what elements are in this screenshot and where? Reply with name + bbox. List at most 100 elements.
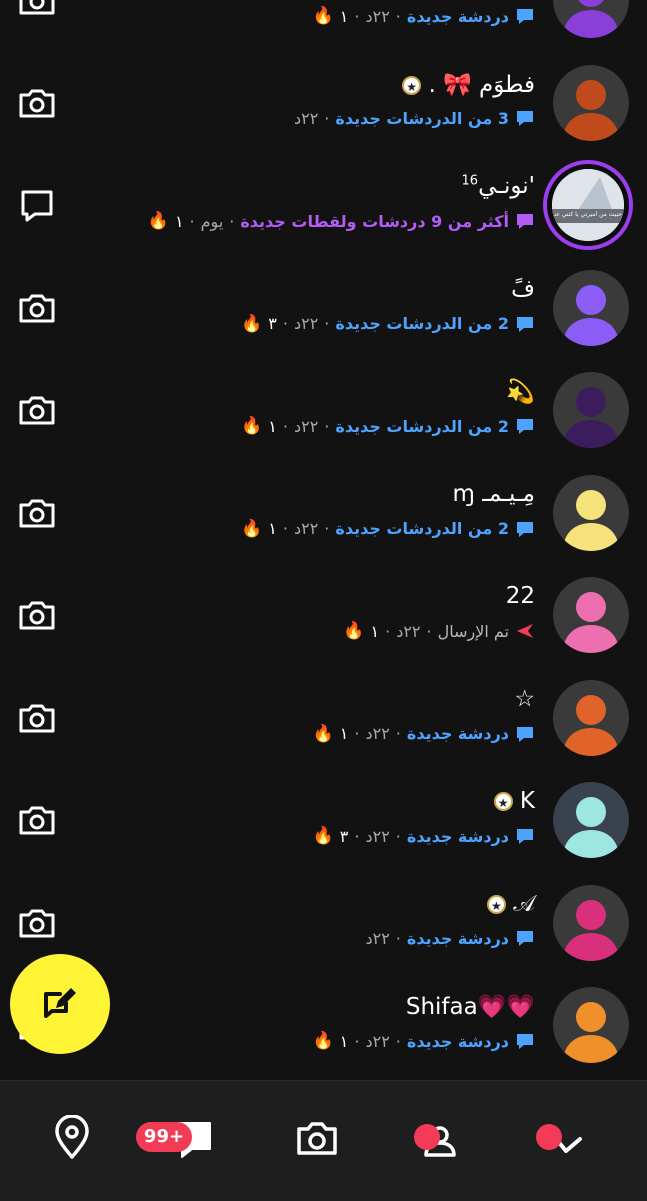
unread-badge: 99+	[136, 1122, 192, 1152]
chat-row[interactable]: فطوَم 🎀 . ★ 3 من الدردشات جديدة · ٢٢د	[0, 52, 647, 154]
spotlight-notification-dot	[536, 1124, 562, 1150]
separator: ·	[324, 314, 330, 333]
separator: ·	[354, 826, 360, 846]
camera-reply-button[interactable]	[18, 0, 56, 19]
chat-time: ٢٢د	[365, 1031, 390, 1051]
star-friend-badge-icon: ★	[486, 894, 506, 914]
chat-name: فطوَم 🎀 . ★	[402, 71, 535, 98]
person-silhouette-icon	[563, 797, 619, 858]
chat-status-label: دردشة جديدة	[406, 928, 509, 948]
map-tab[interactable]	[50, 1115, 96, 1161]
chat-name-text: 22	[505, 583, 535, 609]
avatar[interactable]	[553, 884, 629, 961]
chat-status-icon	[517, 1034, 533, 1049]
person-silhouette-icon	[563, 592, 619, 653]
chat-status-icon	[517, 214, 533, 229]
camera-reply-button[interactable]	[18, 391, 56, 429]
streak-fire-icon: 🔥	[241, 313, 263, 334]
story-avatar[interactable]: حبيت من أميرتي يا كنتي عندكم	[543, 160, 633, 250]
stories-notification-dot	[414, 1124, 440, 1150]
streak-fire-icon: 🔥	[241, 518, 263, 539]
chat-status-label: دردشة جديدة	[406, 1031, 509, 1051]
camera-reply-button[interactable]	[18, 289, 56, 327]
camera-reply-button[interactable]	[18, 494, 56, 532]
avatar[interactable]	[553, 987, 629, 1063]
chat-subtitle: دردشة جديدة · ٢٢د · ١ 🔥	[313, 6, 535, 26]
chat-name: 💫	[506, 378, 535, 405]
camera-icon	[19, 601, 55, 630]
chat-time: ٢٢د	[293, 519, 319, 538]
streak-count: ١	[339, 724, 349, 743]
chat-status-icon	[517, 521, 533, 537]
streak-fire-icon: 🔥	[312, 723, 334, 744]
chat-status-icon	[517, 316, 533, 332]
camera-icon	[19, 704, 55, 732]
avatar[interactable]	[553, 269, 629, 346]
person-silhouette-icon	[563, 899, 619, 961]
camera-reply-button[interactable]	[18, 904, 56, 942]
chat-status-label: 2 من الدردشات جديدة	[335, 416, 509, 436]
camera-reply-button[interactable]	[18, 801, 56, 839]
separator: ·	[282, 416, 288, 436]
separator: ·	[385, 621, 391, 641]
avatar[interactable]	[553, 474, 629, 551]
chat-row[interactable]: مِـيـمـ ɱ 2 من الدردشات جديدة · ٢٢د · ١ 🔥	[0, 462, 647, 564]
separator: ·	[395, 826, 401, 846]
chat-time: ٢٢د	[365, 6, 390, 26]
separator: ·	[395, 724, 401, 743]
chat-subtitle: دردشة جديدة · ٢٢د · ١ 🔥	[313, 724, 535, 744]
person-silhouette-icon	[563, 284, 619, 346]
chat-subtitle: 3 من الدردشات جديدة · ٢٢د	[294, 109, 535, 128]
chat-name: K ★	[493, 788, 535, 814]
chat-row[interactable]: 𝒜 ★ دردشة جديدة · ٢٢د	[0, 872, 647, 974]
separator: ·	[395, 6, 401, 26]
avatar[interactable]	[553, 372, 629, 448]
chat-status-label: 2 من الدردشات جديدة	[335, 519, 509, 538]
camera-reply-button[interactable]	[18, 699, 56, 737]
streak-fire-icon: 🔥	[343, 621, 365, 641]
chat-name: 💗💗Shifaa	[406, 993, 535, 1020]
chat-status-icon	[517, 9, 533, 24]
chat-name-text: فطوَم 🎀 .	[428, 71, 535, 98]
streak-count: ٣	[339, 826, 349, 846]
avatar[interactable]	[553, 782, 629, 858]
streak-fire-icon: 🔥	[147, 211, 169, 231]
chat-name-text: فً	[511, 275, 535, 302]
streak-count: ١	[268, 416, 277, 436]
streak-fire-icon: 🔥	[312, 1031, 334, 1051]
new-chat-button[interactable]	[10, 954, 110, 1054]
avatar[interactable]	[553, 577, 629, 653]
camera-icon	[19, 806, 55, 835]
chat-row[interactable]: فً 2 من الدردشات جديدة · ٢٢د · ٣ 🔥	[0, 257, 647, 359]
camera-icon	[297, 1122, 337, 1155]
chat-time: ٢٢د	[365, 928, 390, 948]
separator: ·	[324, 108, 330, 128]
avatar[interactable]	[553, 64, 629, 141]
streak-count: ١	[174, 211, 184, 231]
chat-row[interactable]: حبيت من أميرتي يا كنتي عندكم 'نونـي16 أك…	[0, 154, 647, 256]
chat-status-icon	[517, 726, 533, 742]
chat-row[interactable]: 22 تم الإرسال · ٢٢د · ١ 🔥	[0, 564, 647, 666]
streak-count: ١	[339, 1031, 349, 1051]
chat-row[interactable]: دردشة جديدة · ٢٢د · ١ 🔥	[0, 0, 647, 51]
streak-count: ١	[339, 6, 349, 26]
separator: ·	[324, 519, 330, 538]
separator: ·	[282, 314, 288, 333]
reply-button[interactable]	[18, 186, 56, 224]
camera-reply-button[interactable]	[18, 84, 56, 122]
sent-arrow-icon	[517, 624, 533, 638]
chat-name-text: 'نونـي	[478, 173, 535, 199]
chat-row[interactable]: K ★ دردشة جديدة · ٢٢د · ٣ 🔥	[0, 769, 647, 871]
chat-name: مِـيـمـ ɱ	[453, 481, 536, 507]
chat-name-text: 💫	[506, 379, 535, 405]
chat-row[interactable]: ☆ دردشة جديدة · ٢٢د · ١ 🔥	[0, 667, 647, 769]
chat-time: ٢٢د	[293, 314, 319, 333]
camera-tab[interactable]	[294, 1115, 340, 1161]
avatar[interactable]	[553, 0, 629, 38]
separator: ·	[426, 621, 432, 641]
map-pin-icon	[55, 1115, 89, 1159]
camera-reply-button[interactable]	[18, 596, 56, 634]
avatar[interactable]	[553, 679, 629, 756]
chat-row[interactable]: 💫 2 من الدردشات جديدة · ٢٢د · ١ 🔥	[0, 359, 647, 461]
person-silhouette-icon	[563, 79, 619, 141]
